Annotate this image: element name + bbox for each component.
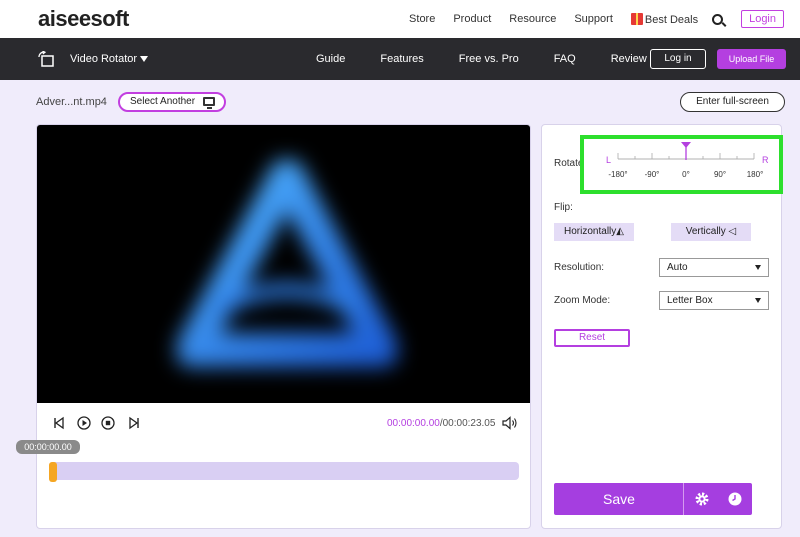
flip-label: Flip: — [554, 202, 573, 213]
ruler-left-label: L — [606, 155, 611, 165]
nav-faq[interactable]: FAQ — [554, 53, 576, 65]
flip-horizontal-button[interactable]: Horizontally◭ — [554, 223, 634, 241]
time-display: 00:00:00.00/00:00:23.05 — [387, 418, 495, 429]
flip-vertical-label: Vertically — [685, 226, 726, 237]
save-divider — [683, 483, 684, 515]
ruler-tick-label: -180° — [608, 170, 627, 179]
select-another-label: Select Another — [130, 96, 196, 107]
reset-button[interactable]: Reset — [554, 329, 630, 347]
top-navigation: aiseesoft Store Product Resource Support… — [0, 0, 800, 38]
fullscreen-button[interactable]: Enter full-screen — [680, 92, 785, 112]
zoom-mode-select[interactable]: Letter Box — [659, 291, 769, 310]
zoom-mode-label: Zoom Mode: — [554, 295, 611, 306]
nav-product[interactable]: Product — [453, 13, 491, 25]
search-icon[interactable] — [712, 13, 724, 25]
video-preview[interactable] — [37, 125, 530, 403]
chevron-down-icon[interactable] — [140, 56, 148, 62]
timeline-handle[interactable] — [49, 462, 57, 482]
nav-free-vs-pro[interactable]: Free vs. Pro — [459, 53, 519, 65]
ruler-right-label: R — [762, 155, 769, 165]
timestamp-badge: 00:00:00.00 — [16, 440, 80, 454]
log-in-button[interactable]: Log in — [650, 49, 706, 69]
nav-review[interactable]: Review — [611, 53, 647, 65]
login-link[interactable]: Login — [741, 10, 784, 28]
flip-horizontal-icon: ◭ — [616, 226, 624, 237]
resolution-label: Resolution: — [554, 262, 605, 273]
previous-frame-icon[interactable] — [52, 416, 66, 430]
rotate-tool-icon — [38, 51, 54, 67]
stop-icon[interactable] — [101, 416, 115, 430]
nav-features[interactable]: Features — [380, 53, 423, 65]
flip-vertical-icon: ◁ — [725, 226, 737, 237]
flip-horizontal-label: Horizontally — [564, 226, 617, 237]
settings-panel: Rotate L R -180° -90° 0° 90° 180° Flip: … — [541, 124, 783, 529]
nav-guide[interactable]: Guide — [316, 53, 345, 65]
save-bar: Save — [554, 483, 752, 515]
logo[interactable]: aiseesoft — [38, 6, 129, 32]
save-button[interactable]: Save — [554, 483, 684, 515]
volume-icon[interactable] — [502, 416, 518, 430]
ruler-tick-label: 90° — [714, 170, 726, 179]
main-area: Adver...nt.mp4 Select Another Enter full… — [0, 80, 800, 537]
current-time: 00:00:00.00 — [387, 418, 440, 429]
tool-bar: Video Rotator Guide Features Free vs. Pr… — [0, 38, 800, 80]
gear-icon[interactable] — [694, 491, 710, 507]
best-deals-link[interactable]: Best Deals — [630, 12, 699, 26]
ruler-tick-label: 180° — [747, 170, 764, 179]
ruler-tick-label: 0° — [682, 170, 690, 179]
rotation-ruler[interactable]: L R -180° -90° 0° 90° 180° — [584, 139, 779, 190]
nav-store[interactable]: Store — [409, 13, 435, 25]
best-deals-label: Best Deals — [644, 13, 699, 26]
video-panel: 00:00:00.00/00:00:23.05 — [36, 124, 531, 529]
tool-nav: Guide Features Free vs. Pro FAQ Review — [316, 53, 682, 65]
ruler-tick-label: -90° — [645, 170, 660, 179]
next-frame-icon[interactable] — [127, 416, 141, 430]
timeline-track[interactable] — [49, 462, 519, 480]
gift-icon — [630, 12, 643, 25]
tool-name[interactable]: Video Rotator — [70, 53, 137, 65]
play-icon[interactable] — [77, 416, 91, 430]
nav-resource[interactable]: Resource — [509, 13, 556, 25]
nav-support[interactable]: Support — [574, 13, 613, 25]
select-another-button[interactable]: Select Another — [118, 92, 226, 112]
player-controls: 00:00:00.00/00:00:23.05 — [37, 403, 530, 443]
upload-file-button[interactable]: Upload File — [717, 49, 786, 69]
resolution-select[interactable]: Auto — [659, 258, 769, 277]
clock-icon[interactable] — [727, 491, 743, 507]
top-links: Store Product Resource Support Best Deal… — [391, 0, 784, 38]
flip-vertical-button[interactable]: Vertically ◁ — [671, 223, 751, 241]
rotation-ruler-highlight: L R -180° -90° 0° 90° 180° — [580, 135, 783, 194]
video-frame-graphic — [177, 160, 397, 367]
monitor-icon — [203, 97, 215, 109]
file-name: Adver...nt.mp4 — [36, 96, 107, 108]
total-time: /00:00:23.05 — [439, 418, 496, 429]
